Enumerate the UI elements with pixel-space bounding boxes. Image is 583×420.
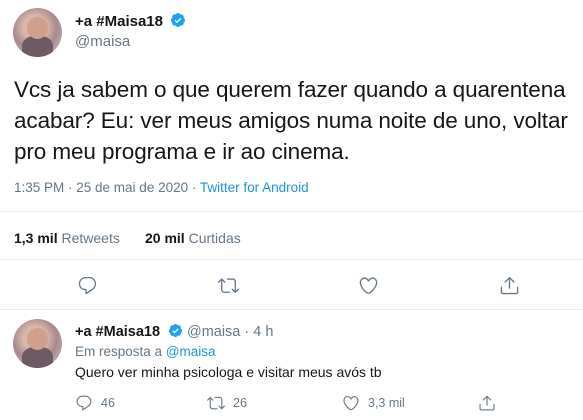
reply-author-avatar[interactable] xyxy=(13,319,62,368)
tweet-text-line: pro meu programa e ir ao cinema. xyxy=(14,139,350,164)
share-icon xyxy=(500,276,518,294)
tweet-timestamp[interactable]: 1:35 PM · 25 de mai de 2020 · xyxy=(14,180,200,195)
reply-like-button[interactable]: 3,3 mil xyxy=(342,393,405,413)
likes-label: Curtidas xyxy=(188,230,241,246)
tweet-text-line: acabar? Eu: ver meus amigos numa noite d… xyxy=(14,108,568,133)
share-icon xyxy=(479,395,495,411)
reply-icon xyxy=(78,276,96,294)
retweets-stat[interactable]: 1,3 mil Retweets xyxy=(14,230,120,246)
retweets-label: Retweets xyxy=(61,230,120,246)
reply-reply-button[interactable]: 46 xyxy=(75,393,115,413)
reply-retweet-button[interactable]: 26 xyxy=(207,393,247,413)
like-button[interactable] xyxy=(351,268,385,302)
reply-retweet-count: 26 xyxy=(233,396,247,410)
tweet-source-link[interactable]: Twitter for Android xyxy=(200,180,309,195)
divider xyxy=(0,309,583,310)
share-button[interactable] xyxy=(492,268,526,302)
tweet-text: Vcs ja sabem o que querem fazer quando a… xyxy=(14,74,579,167)
retweet-icon xyxy=(207,396,225,410)
like-icon xyxy=(343,396,359,411)
tweet-meta: 1:35 PM · 25 de mai de 2020 · Twitter fo… xyxy=(14,180,309,195)
reply-icon xyxy=(76,395,92,411)
retweet-button[interactable] xyxy=(211,268,245,302)
author-name-row[interactable]: +a #Maisa18 xyxy=(75,12,186,31)
tweet-text-line: Vcs ja sabem o que querem fazer quando a… xyxy=(14,77,566,102)
reply-tweet-text: Quero ver minha psicologa e visitar meus… xyxy=(75,364,382,380)
retweet-icon xyxy=(217,277,239,293)
reply-button[interactable] xyxy=(70,268,104,302)
divider xyxy=(0,211,583,212)
author-display-name[interactable]: +a #Maisa18 xyxy=(75,13,163,30)
likes-stat[interactable]: 20 mil Curtidas xyxy=(145,230,241,246)
reply-share-button[interactable] xyxy=(478,393,496,413)
in-reply-to-prefix: Em resposta a xyxy=(75,344,166,359)
divider xyxy=(0,259,583,260)
likes-count: 20 mil xyxy=(145,230,185,246)
author-avatar[interactable] xyxy=(13,8,62,57)
verified-badge-icon xyxy=(171,13,186,27)
author-handle[interactable]: @maisa xyxy=(75,33,130,50)
reply-author-display-name[interactable]: +a #Maisa18 xyxy=(75,324,160,340)
verified-badge-icon xyxy=(168,323,182,338)
reply-author-handle-time[interactable]: @maisa · 4 h xyxy=(187,324,273,340)
retweets-count: 1,3 mil xyxy=(14,230,58,246)
in-reply-to: Em resposta a @maisa xyxy=(75,344,216,359)
like-icon xyxy=(359,276,377,294)
reply-reply-count: 46 xyxy=(101,396,115,410)
reply-header: +a #Maisa18 @maisa · 4 h xyxy=(75,323,273,341)
in-reply-to-handle-link[interactable]: @maisa xyxy=(166,344,216,359)
reply-like-count: 3,3 mil xyxy=(368,396,405,410)
